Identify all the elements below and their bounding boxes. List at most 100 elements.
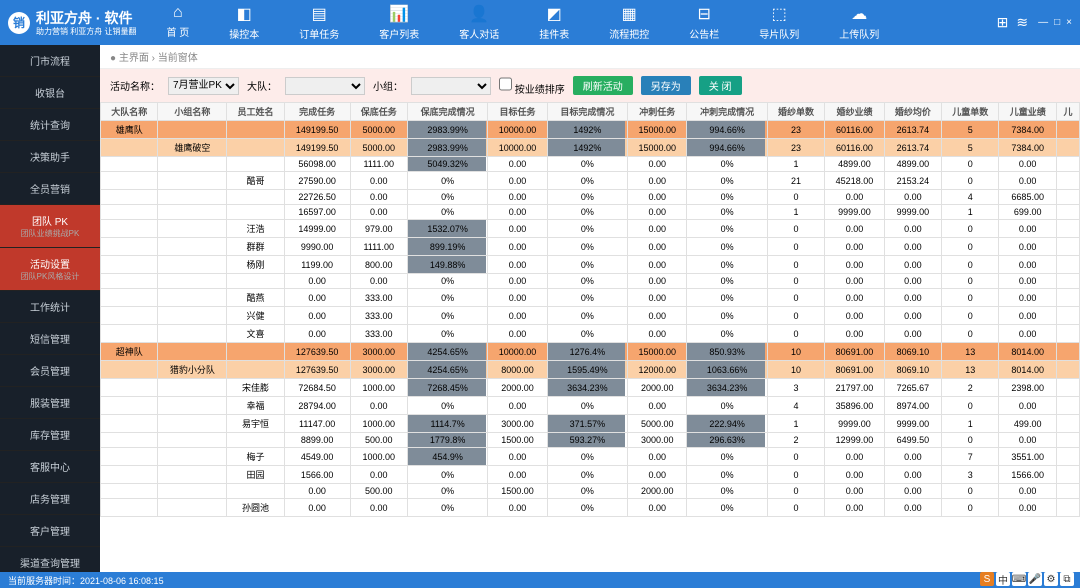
sidebar-item[interactable]: 决策助手 bbox=[0, 141, 100, 173]
table-row[interactable]: 0.00500.000%1500.000%2000.000%00.000.000… bbox=[101, 484, 1080, 499]
table-row[interactable]: 酷燕0.00333.000%0.000%0.000%00.000.0000.00 bbox=[101, 289, 1080, 307]
table-row[interactable]: 幸福28794.000.000%0.000%0.000%435896.00897… bbox=[101, 397, 1080, 415]
sidebar-item[interactable]: 客户管理 bbox=[0, 515, 100, 547]
nav-4[interactable]: 👤客人对话 bbox=[459, 4, 499, 41]
saveas-button[interactable]: 另存为 bbox=[641, 76, 691, 95]
cell: 1492% bbox=[547, 121, 627, 139]
table-row[interactable]: 22726.500.000%0.000%0.000%00.000.0046685… bbox=[101, 190, 1080, 205]
nav-label: 客人对话 bbox=[459, 26, 499, 41]
nav-1[interactable]: ◧操控本 bbox=[229, 4, 259, 41]
sidebar-item[interactable]: 库存管理 bbox=[0, 419, 100, 451]
column-header[interactable]: 冲刺任务 bbox=[628, 103, 687, 121]
sidebar-item[interactable]: 统计查询 bbox=[0, 109, 100, 141]
sidebar-item[interactable]: 工作统计 bbox=[0, 291, 100, 323]
nav-6[interactable]: ▦流程把控 bbox=[609, 4, 649, 41]
table-row[interactable]: 田园1566.000.000%0.000%0.000%00.000.003156… bbox=[101, 466, 1080, 484]
table-row[interactable]: 16597.000.000%0.000%0.000%19999.009999.0… bbox=[101, 205, 1080, 220]
cell: 4254.65% bbox=[407, 343, 487, 361]
window-button[interactable]: × bbox=[1066, 17, 1072, 28]
sidebar-item[interactable]: 短信管理 bbox=[0, 323, 100, 355]
cell bbox=[158, 121, 227, 139]
nav-5[interactable]: ◩挂件表 bbox=[539, 4, 569, 41]
activity-select[interactable]: 7月营业PK bbox=[168, 77, 239, 95]
sidebar-item[interactable]: 活动设置团队PK风格设计 bbox=[0, 248, 100, 291]
group-select[interactable] bbox=[411, 77, 491, 95]
sidebar-item[interactable]: 门市流程 bbox=[0, 45, 100, 77]
column-header[interactable]: 目标完成情况 bbox=[547, 103, 627, 121]
nav-2[interactable]: ▤订单任务 bbox=[299, 4, 339, 41]
column-header[interactable]: 婚纱均价 bbox=[884, 103, 941, 121]
table-row[interactable]: 杨刚1199.00800.00149.88%0.000%0.000%00.000… bbox=[101, 256, 1080, 274]
table-row[interactable]: 超神队127639.503000.004254.65%10000.001276.… bbox=[101, 343, 1080, 361]
table-row[interactable]: 宋佳膨72684.501000.007268.45%2000.003634.23… bbox=[101, 379, 1080, 397]
table-row[interactable]: 0.000.000%0.000%0.000%00.000.0000.00 bbox=[101, 274, 1080, 289]
table-row[interactable]: 群群9990.001111.00899.19%0.000%0.000%00.00… bbox=[101, 238, 1080, 256]
sidebar-item[interactable]: 收银台 bbox=[0, 77, 100, 109]
nav-0[interactable]: ⌂首 页 bbox=[166, 4, 189, 41]
column-header[interactable]: 大队名称 bbox=[101, 103, 158, 121]
tray-icon[interactable]: ⚙ bbox=[1044, 572, 1058, 586]
cell: 16597.00 bbox=[284, 205, 350, 220]
table-row[interactable]: 酷哥27590.000.000%0.000%0.000%2145218.0021… bbox=[101, 172, 1080, 190]
cell: 酷哥 bbox=[227, 172, 284, 190]
table-row[interactable]: 雄鹰队149199.505000.002983.99%10000.001492%… bbox=[101, 121, 1080, 139]
column-header[interactable]: 儿童单数 bbox=[942, 103, 999, 121]
cell: 0% bbox=[687, 172, 767, 190]
sidebar-item[interactable]: 渠道查询管理 bbox=[0, 547, 100, 572]
table-row[interactable]: 孙圆池0.000.000%0.000%0.000%00.000.0000.00 bbox=[101, 499, 1080, 517]
sidebar-item[interactable]: 客服中心 bbox=[0, 451, 100, 483]
cell: 雄鹰队 bbox=[101, 121, 158, 139]
cell bbox=[158, 190, 227, 205]
sidebar-item[interactable]: 团队 PK团队业绩挑战PK bbox=[0, 205, 100, 248]
column-header[interactable]: 儿童业绩 bbox=[999, 103, 1056, 121]
column-header[interactable]: 保底任务 bbox=[350, 103, 407, 121]
table-row[interactable]: 梅子4549.001000.00454.9%0.000%0.000%00.000… bbox=[101, 448, 1080, 466]
topicon[interactable]: ⊞ bbox=[997, 14, 1009, 31]
table-row[interactable]: 汪浩14999.00979.001532.07%0.000%0.000%00.0… bbox=[101, 220, 1080, 238]
tray-icon[interactable]: ⧉ bbox=[1060, 572, 1074, 586]
tray-icon[interactable]: 🎤 bbox=[1028, 572, 1042, 586]
column-header[interactable]: 婚纱单数 bbox=[767, 103, 824, 121]
cell: 0% bbox=[687, 466, 767, 484]
nav-3[interactable]: 📊客户列表 bbox=[379, 4, 419, 41]
table-row[interactable]: 易宇恒11147.001000.001114.7%3000.00371.57%5… bbox=[101, 415, 1080, 433]
column-header[interactable]: 目标任务 bbox=[488, 103, 547, 121]
table-row[interactable]: 56098.001111.005049.32%0.000%0.000%14899… bbox=[101, 157, 1080, 172]
sort-checkbox[interactable] bbox=[499, 75, 512, 93]
sidebar-item[interactable]: 全员营销 bbox=[0, 173, 100, 205]
nav-7[interactable]: ⊟公告栏 bbox=[689, 4, 719, 41]
tray-icon[interactable]: 中 bbox=[996, 572, 1010, 586]
sidebar-item[interactable]: 服装管理 bbox=[0, 387, 100, 419]
cell: 3000.00 bbox=[488, 415, 547, 433]
sort-checkbox-wrap[interactable]: 按业绩排序 bbox=[499, 75, 565, 96]
cell: 文喜 bbox=[227, 325, 284, 343]
sidebar-item[interactable]: 会员管理 bbox=[0, 355, 100, 387]
table-row[interactable]: 文喜0.00333.000%0.000%0.000%00.000.0000.00 bbox=[101, 325, 1080, 343]
column-header[interactable]: 完成任务 bbox=[284, 103, 350, 121]
nav-8[interactable]: ⬚导片队列 bbox=[759, 4, 799, 41]
column-header[interactable]: 保底完成情况 bbox=[407, 103, 487, 121]
table-row[interactable]: 猎豹小分队127639.503000.004254.65%8000.001595… bbox=[101, 361, 1080, 379]
window-button[interactable]: □ bbox=[1054, 17, 1060, 28]
tray-icon[interactable]: S bbox=[980, 572, 994, 586]
nav-9[interactable]: ☁上传队列 bbox=[839, 4, 879, 41]
table-wrapper[interactable]: 大队名称小组名称员工姓名完成任务保底任务保底完成情况目标任务目标完成情况冲刺任务… bbox=[100, 102, 1080, 572]
window-button[interactable]: — bbox=[1038, 17, 1048, 28]
column-header[interactable]: 员工姓名 bbox=[227, 103, 284, 121]
cell: 72684.50 bbox=[284, 379, 350, 397]
side-label: 短信管理 bbox=[10, 331, 90, 346]
table-row[interactable]: 8899.00500.001779.8%1500.00593.27%3000.0… bbox=[101, 433, 1080, 448]
tray-icon[interactable]: ⌨ bbox=[1012, 572, 1026, 586]
label-team: 大队： bbox=[247, 78, 277, 93]
column-header[interactable]: 小组名称 bbox=[158, 103, 227, 121]
refresh-button[interactable]: 刷新活动 bbox=[573, 76, 633, 95]
table-row[interactable]: 雄鹰破空149199.505000.002983.99%10000.001492… bbox=[101, 139, 1080, 157]
column-header[interactable]: 婚纱业绩 bbox=[825, 103, 884, 121]
close-button[interactable]: 关 闭 bbox=[699, 76, 742, 95]
topicon[interactable]: ≋ bbox=[1016, 14, 1028, 31]
sidebar-item[interactable]: 店务管理 bbox=[0, 483, 100, 515]
column-header[interactable]: 儿 bbox=[1056, 103, 1079, 121]
table-row[interactable]: 兴健0.00333.000%0.000%0.000%00.000.0000.00 bbox=[101, 307, 1080, 325]
team-select[interactable] bbox=[285, 77, 365, 95]
column-header[interactable]: 冲刺完成情况 bbox=[687, 103, 767, 121]
